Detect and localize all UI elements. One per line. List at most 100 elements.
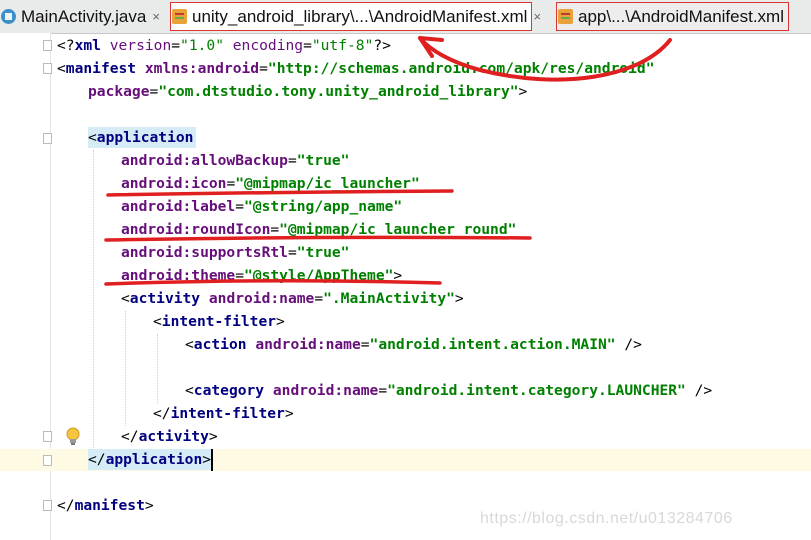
token: = (235, 198, 245, 215)
token: android:supportsRtl (121, 244, 288, 261)
token: application (105, 451, 203, 468)
fold-marker[interactable] (43, 455, 52, 466)
token: activity (129, 290, 209, 307)
text-caret (211, 449, 213, 471)
code-line-allow-backup[interactable]: android:allowBackup="true" (121, 149, 349, 172)
token: > (144, 497, 154, 514)
fold-marker[interactable] (43, 500, 52, 511)
token: encoding (223, 37, 304, 54)
token: = (303, 37, 312, 54)
code-line-application-open[interactable]: <application (88, 126, 193, 149)
token: android:name (208, 290, 315, 307)
tab-label: app\...\AndroidManifest.xml (578, 6, 784, 26)
token: manifest (65, 60, 145, 77)
token: "true" (296, 244, 350, 261)
xml-manifest-icon (172, 9, 187, 24)
code-line-icon[interactable]: android:icon="@mipmap/ic_launcher" (121, 172, 420, 195)
java-class-icon (1, 9, 16, 24)
token: manifest (74, 497, 145, 514)
code-line-xml-declaration[interactable]: <?xml version="1.0" encoding="utf-8"?> (57, 34, 391, 57)
token: > (284, 405, 294, 422)
token: < (185, 382, 194, 399)
token: < (121, 290, 130, 307)
token: "1.0" (180, 37, 224, 54)
token: activity (138, 428, 209, 445)
token: android:icon (121, 175, 227, 192)
token: "@style/AppTheme" (244, 267, 394, 284)
token: <? (57, 37, 75, 54)
tab-library-manifest[interactable]: unity_android_library\...\AndroidManifes… (170, 2, 541, 31)
code-line-manifest-close[interactable]: </manifest> (57, 494, 154, 517)
token: /> (685, 382, 713, 399)
code-line-theme[interactable]: android:theme="@style/AppTheme"> (121, 264, 402, 287)
token: android:name (255, 336, 361, 353)
code-line-intent-filter-close[interactable]: </intent-filter> (153, 402, 294, 425)
token: "com.dtstudio.tony.unity_android_library… (158, 83, 519, 100)
token: = (287, 152, 297, 169)
token: > (454, 290, 464, 307)
indent-guide (125, 311, 126, 426)
editor-tab-bar: MainActivity.java × unity_android_librar… (0, 0, 811, 34)
token: < (153, 313, 162, 330)
code-line-manifest-open[interactable]: <manifest xmlns:android="http://schemas.… (57, 57, 655, 80)
token: version (109, 37, 172, 54)
code-line-activity-close[interactable]: </activity> (121, 425, 218, 448)
token: android:roundIcon (121, 221, 271, 238)
tab-app-manifest[interactable]: app\...\AndroidManifest.xml (556, 2, 811, 31)
token: application (96, 129, 194, 146)
token: < (185, 336, 194, 353)
token: "true" (296, 152, 350, 169)
token: "@string/app_name" (244, 198, 403, 215)
tab-highlight-box: app\...\AndroidManifest.xml (556, 2, 789, 31)
token: "android.intent.action.MAIN" (369, 336, 616, 353)
code-line-action[interactable]: <action android:name="android.intent.act… (185, 333, 642, 356)
code-line-activity-open[interactable]: <activity android:name=".MainActivity"> (121, 287, 464, 310)
token: < (57, 60, 66, 77)
token: package (88, 83, 150, 100)
token: < (88, 129, 97, 146)
token: "android.intent.category.LAUNCHER" (387, 382, 686, 399)
token: /> (615, 336, 642, 353)
code-line-intent-filter-open[interactable]: <intent-filter> (153, 310, 285, 333)
token: "@mipmap/ic_launcher" (235, 175, 420, 192)
close-icon[interactable]: × (533, 9, 541, 24)
code-line-round-icon[interactable]: android:roundIcon="@mipmap/ic_launcher_r… (121, 218, 516, 241)
token: xmlns:android (144, 60, 260, 77)
token: android:label (121, 198, 236, 215)
token: > (276, 313, 285, 330)
token: </ (57, 497, 75, 514)
code-line-application-close[interactable]: </application> (88, 448, 211, 471)
fold-marker[interactable] (43, 40, 52, 51)
annotation-arrowhead (418, 36, 444, 58)
tab-main-activity[interactable]: MainActivity.java × (0, 2, 160, 31)
token: > (202, 451, 212, 468)
token: "utf-8" (311, 37, 374, 54)
token: </ (153, 405, 171, 422)
token: = (259, 60, 268, 77)
token: = (314, 290, 324, 307)
token: intent-filter (170, 405, 285, 422)
watermark: https://blog.csdn.net/u013284706 (480, 510, 733, 527)
tab-label: MainActivity.java (21, 6, 147, 26)
lightbulb-icon[interactable] (64, 426, 82, 446)
fold-marker[interactable] (43, 133, 52, 144)
fold-marker[interactable] (43, 431, 52, 442)
token: > (518, 83, 528, 100)
token: android:theme (121, 267, 236, 284)
token: > (208, 428, 218, 445)
close-icon[interactable]: × (152, 9, 160, 24)
tab-label: unity_android_library\...\AndroidManifes… (192, 6, 528, 26)
code-line-category[interactable]: <category android:name="android.intent.c… (185, 379, 712, 402)
token: "http://schemas.android.com/apk/res/andr… (267, 60, 655, 77)
code-line-package[interactable]: package="com.dtstudio.tony.unity_android… (88, 80, 527, 103)
token: = (287, 244, 297, 261)
token: android:name (272, 382, 379, 399)
code-line-label[interactable]: android:label="@string/app_name" (121, 195, 402, 218)
token: "@mipmap/ic_launcher_round" (279, 221, 517, 238)
token: = (171, 37, 181, 54)
token: = (226, 175, 236, 192)
xml-manifest-icon (558, 9, 573, 24)
fold-marker[interactable] (43, 63, 52, 74)
code-line-supports-rtl[interactable]: android:supportsRtl="true" (121, 241, 349, 264)
token: xml (74, 37, 110, 54)
